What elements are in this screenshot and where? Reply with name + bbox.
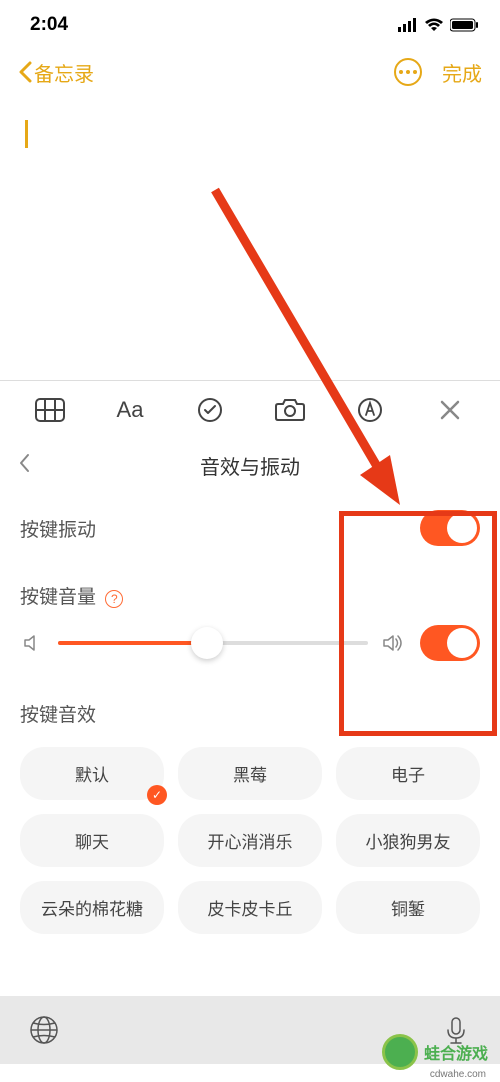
sound-effect-title: 按键音效: [0, 686, 500, 737]
status-icons: [398, 18, 480, 32]
watermark-logo-icon: [382, 1034, 418, 1070]
sound-chip[interactable]: 云朵的棉花糖: [20, 881, 164, 934]
watermark-text: 蛙合游戏: [424, 1040, 488, 1064]
format-toolbar: Aa: [0, 380, 500, 439]
back-button[interactable]: 备忘录: [18, 58, 94, 87]
panel-header: 音效与振动: [0, 439, 500, 492]
sound-chip[interactable]: 开心消消乐: [178, 814, 322, 867]
volume-low-icon: [20, 633, 44, 653]
help-icon[interactable]: ?: [105, 590, 123, 608]
text-format-icon[interactable]: Aa: [115, 395, 145, 425]
sound-chip[interactable]: 皮卡皮卡丘: [178, 881, 322, 934]
volume-slider-row: [0, 615, 500, 686]
slider-thumb[interactable]: [191, 627, 223, 659]
sound-chip[interactable]: 默认: [20, 747, 164, 800]
nav-bar: 备忘录 完成: [0, 44, 500, 100]
panel-title: 音效与振动: [18, 451, 482, 480]
chevron-left-icon: [18, 61, 32, 83]
more-icon[interactable]: [394, 58, 422, 86]
markup-icon[interactable]: [355, 395, 385, 425]
close-icon[interactable]: [435, 395, 465, 425]
sound-chips-grid: 默认 黑莓 电子 聊天 开心消消乐 小狼狗男友 云朵的棉花糖 皮卡皮卡丘 铜錾: [0, 737, 500, 944]
done-button[interactable]: 完成: [442, 58, 482, 87]
vibration-toggle[interactable]: [420, 510, 480, 546]
sound-chip[interactable]: 黑莓: [178, 747, 322, 800]
volume-row: 按键音量 ?: [0, 564, 500, 615]
sound-chip[interactable]: 电子: [336, 747, 480, 800]
vibration-row: 按键振动: [0, 492, 500, 564]
watermark: 蛙合游戏: [382, 1034, 488, 1070]
note-content-area[interactable]: [0, 100, 500, 380]
sound-chip[interactable]: 铜錾: [336, 881, 480, 934]
table-icon[interactable]: [35, 395, 65, 425]
panel-back-button[interactable]: [18, 453, 30, 479]
status-time: 2:04: [30, 14, 68, 36]
volume-label: 按键音量 ?: [20, 582, 123, 609]
sound-chip[interactable]: 聊天: [20, 814, 164, 867]
watermark-url: cdwahe.com: [430, 1069, 486, 1080]
vibration-label: 按键振动: [20, 515, 96, 542]
volume-toggle[interactable]: [420, 625, 480, 661]
battery-icon: [450, 18, 480, 32]
camera-icon[interactable]: [275, 395, 305, 425]
sound-chip[interactable]: 小狼狗男友: [336, 814, 480, 867]
back-label: 备忘录: [34, 58, 94, 87]
wifi-icon: [424, 18, 444, 32]
checklist-icon[interactable]: [195, 395, 225, 425]
globe-icon[interactable]: [28, 1014, 60, 1046]
signal-icon: [398, 18, 418, 32]
volume-high-icon: [382, 633, 406, 653]
chevron-left-icon: [18, 453, 30, 473]
text-cursor: [25, 120, 28, 148]
volume-slider[interactable]: [58, 641, 368, 645]
